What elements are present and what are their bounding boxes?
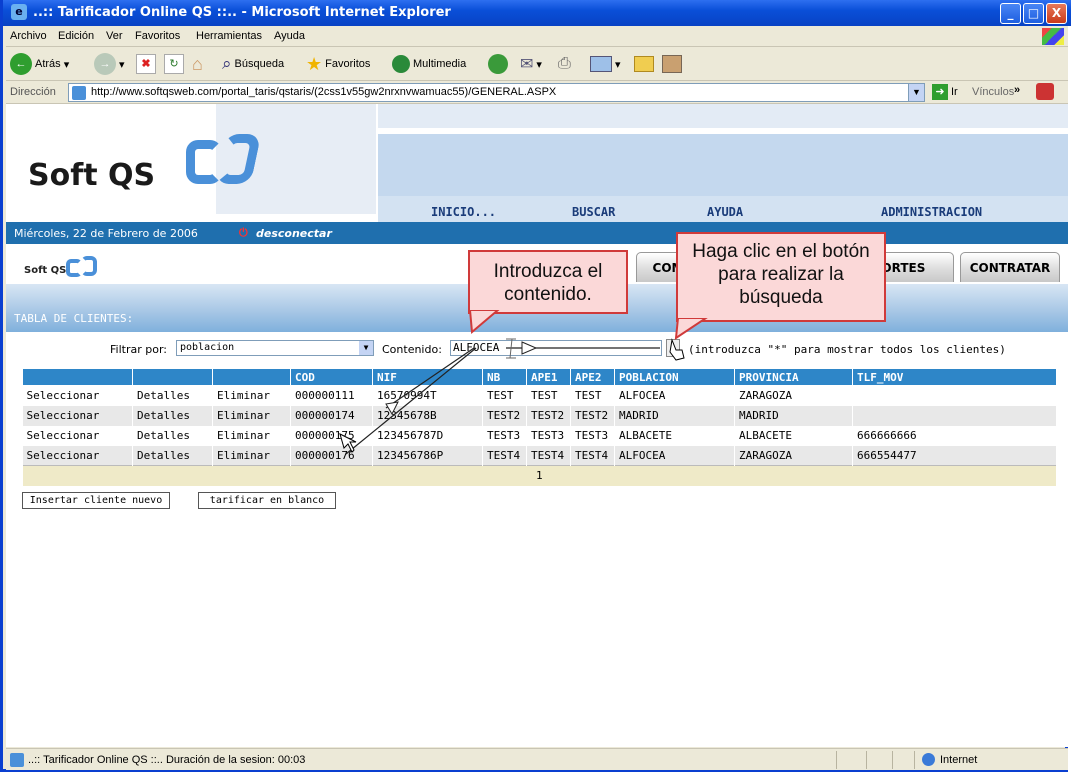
- go-button[interactable]: ➜ Ir: [932, 84, 958, 100]
- status-bar: ..:: Tarificador Online QS ::.. Duración…: [6, 748, 1068, 770]
- printer-icon: ⎙: [558, 55, 571, 72]
- web-content: Soft QS INICIO... BUSCAR AYUDA ADMINISTR…: [6, 104, 1068, 747]
- arrowhead-icon: [521, 341, 538, 355]
- back-arrow-icon: ←: [10, 53, 32, 75]
- back-label: Atrás: [35, 58, 61, 70]
- window-title: ..:: Tarificador Online QS ::.. - Micros…: [33, 5, 451, 20]
- folder-button[interactable]: [634, 53, 654, 75]
- status-text: ..:: Tarificador Online QS ::.. Duración…: [28, 754, 306, 766]
- edit-icon: [590, 56, 612, 72]
- multimedia-icon: [392, 55, 410, 73]
- pdf-icon[interactable]: [1036, 83, 1054, 100]
- globe-icon: [922, 753, 935, 766]
- windows-logo-icon: [1042, 28, 1064, 45]
- mail-icon: ✉: [520, 56, 534, 73]
- search-icon: ⌕: [222, 54, 232, 73]
- menu-herramientas[interactable]: Herramientas: [196, 30, 262, 42]
- forward-arrow-icon: →: [94, 53, 116, 75]
- search-button[interactable]: ⌕ Búsqueda: [222, 53, 284, 75]
- refresh-button[interactable]: ↻: [164, 53, 184, 75]
- home-icon: ⌂: [192, 53, 203, 74]
- mail-button[interactable]: ✉ ▾: [520, 53, 542, 75]
- multimedia-button[interactable]: Multimedia: [392, 53, 466, 75]
- links-button[interactable]: Vínculos: [972, 86, 1014, 98]
- multimedia-label: Multimedia: [413, 58, 467, 70]
- address-label: Dirección: [10, 86, 56, 98]
- tutorial-arrows: [339, 338, 685, 455]
- dropdown-arrow-icon: ▾: [536, 58, 542, 71]
- history-icon: [488, 54, 508, 74]
- menu-ayuda[interactable]: Ayuda: [274, 30, 305, 42]
- maximize-button[interactable]: □: [1023, 3, 1044, 24]
- favorites-label: Favoritos: [325, 58, 371, 70]
- search-label: Búsqueda: [234, 58, 285, 70]
- browser-window: e ..:: Tarificador Online QS ::.. - Micr…: [0, 0, 1071, 772]
- page-icon: [72, 86, 86, 100]
- minimize-button[interactable]: _: [1000, 3, 1021, 24]
- forward-button[interactable]: → ▾: [94, 53, 125, 75]
- history-button[interactable]: [488, 53, 508, 75]
- arrow-line: [385, 347, 475, 409]
- dropdown-arrow-icon: ▾: [615, 58, 621, 71]
- callout-click-search: Haga clic en el botón para realizar la b…: [676, 232, 886, 322]
- menu-edicion[interactable]: Edición: [58, 30, 94, 42]
- callout-pointer-right: [674, 318, 708, 341]
- dropdown-arrow-icon: ▾: [119, 58, 125, 71]
- print-button[interactable]: ⎙: [558, 53, 571, 75]
- address-url: http://www.softqsweb.com/portal_taris/qs…: [91, 86, 557, 98]
- home-button[interactable]: ⌂: [192, 53, 203, 75]
- toolbar: ← Atrás ▾ → ▾ ✖ ↻ ⌂ ⌕ Búsqueda ★ Favoritos M…: [6, 47, 1068, 81]
- callout-enter-content: Introduzca el contenido.: [468, 250, 628, 314]
- star-icon: ★: [306, 53, 323, 74]
- research-button[interactable]: [662, 53, 682, 75]
- address-bar: Dirección http://www.softqsweb.com/porta…: [6, 81, 1068, 104]
- hand-cursor-icon: [669, 338, 685, 361]
- title-bar: e ..:: Tarificador Online QS ::.. - Micr…: [3, 0, 1071, 26]
- callout-pointer-left: [468, 310, 500, 335]
- close-button[interactable]: X: [1046, 3, 1067, 24]
- go-label: Ir: [951, 86, 958, 98]
- back-button[interactable]: ← Atrás ▾: [10, 53, 69, 75]
- folder-icon: [634, 56, 654, 72]
- arrowhead-icon: [385, 401, 399, 416]
- mouse-pointer-icon: [339, 433, 357, 453]
- address-input[interactable]: http://www.softqsweb.com/portal_taris/qs…: [68, 83, 925, 102]
- edit-button[interactable]: ▾: [590, 53, 621, 75]
- ie-icon: e: [11, 4, 27, 20]
- go-arrow-icon: ➜: [932, 84, 948, 100]
- menu-favoritos[interactable]: Favoritos: [135, 30, 180, 42]
- favorites-button[interactable]: ★ Favoritos: [306, 53, 370, 75]
- security-zone: Internet: [940, 754, 978, 766]
- stop-icon: ✖: [136, 54, 156, 74]
- refresh-icon: ↻: [164, 54, 184, 74]
- arrow-line: [345, 347, 477, 455]
- menu-ver[interactable]: Ver: [106, 30, 123, 42]
- research-icon: [662, 55, 682, 73]
- menu-bar: Archivo Edición Ver Favoritos Herramient…: [6, 26, 1068, 47]
- chevron-right-icon[interactable]: »: [1014, 84, 1020, 96]
- dropdown-arrow-icon: ▾: [63, 58, 70, 71]
- menu-archivo[interactable]: Archivo: [10, 30, 47, 42]
- address-dropdown-icon[interactable]: ▼: [908, 84, 924, 101]
- stop-button[interactable]: ✖: [136, 53, 156, 75]
- page-icon: [10, 753, 24, 767]
